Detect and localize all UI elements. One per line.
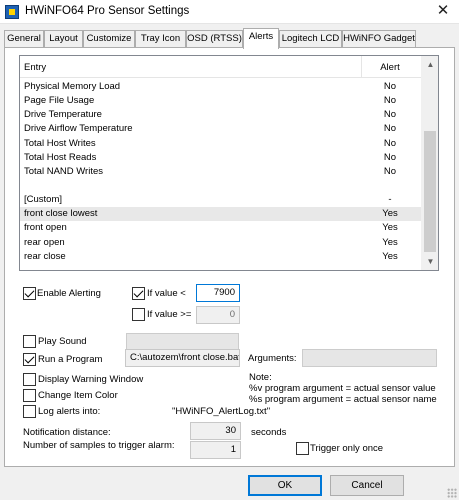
title-bar: HWiNFO64 Pro Sensor Settings ✕ bbox=[0, 0, 459, 24]
change-item-color-checkbox[interactable] bbox=[23, 389, 36, 402]
list-item[interactable]: front open Yes bbox=[20, 221, 422, 235]
entry-name: Total Host Writes bbox=[24, 137, 96, 149]
column-divider bbox=[361, 56, 362, 78]
note-line-value: %v program argument = actual sensor valu… bbox=[249, 383, 436, 394]
tab-alerts[interactable]: Alerts bbox=[243, 28, 279, 49]
note-line-name: %s program argument = actual sensor name bbox=[249, 394, 437, 405]
list-header: Entry Alert bbox=[20, 56, 422, 78]
alert-state: No bbox=[383, 137, 397, 149]
resize-grip-icon[interactable] bbox=[447, 488, 457, 498]
if-value-less-input[interactable]: 7900 bbox=[196, 284, 240, 302]
entry-name: [Custom] bbox=[24, 194, 63, 206]
if-value-less-checkbox[interactable] bbox=[132, 287, 145, 300]
run-program-label: Run a Program bbox=[38, 354, 103, 365]
entry-name: rear open bbox=[24, 236, 65, 248]
notification-distance-unit: seconds bbox=[251, 427, 287, 438]
close-window-button[interactable]: ✕ bbox=[427, 0, 459, 24]
if-value-greater-equal-label: If value >= bbox=[147, 309, 192, 320]
enable-alerting-checkbox[interactable] bbox=[23, 287, 36, 300]
tab-layout[interactable]: Layout bbox=[44, 30, 83, 48]
list-rows: Physical Memory Load No Page File Usage No… bbox=[20, 80, 422, 264]
list-item[interactable]: Total Host Reads No bbox=[20, 151, 422, 165]
list-item[interactable]: rear open Yes bbox=[20, 236, 422, 250]
trigger-only-once-checkbox[interactable] bbox=[296, 442, 309, 455]
samples-to-trigger-input[interactable]: 1 bbox=[190, 441, 241, 459]
alert-state: Yes bbox=[382, 236, 398, 248]
arguments-input[interactable] bbox=[302, 349, 437, 367]
list-item[interactable]: Drive Temperature No bbox=[20, 108, 422, 122]
scroll-down-arrow-icon[interactable]: ▼ bbox=[422, 253, 438, 270]
program-path-input[interactable]: C:\autozem\front close.bat bbox=[125, 349, 240, 367]
column-header-alert[interactable]: Alert bbox=[363, 62, 417, 73]
entry-name: Drive Airflow Temperature bbox=[24, 123, 133, 135]
tab-logitech-lcd[interactable]: Logitech LCD bbox=[279, 30, 342, 48]
sensor-alert-list[interactable]: Entry Alert Physical Memory Load No Page … bbox=[19, 55, 439, 271]
alert-state: No bbox=[383, 151, 397, 163]
arguments-label: Arguments: bbox=[248, 353, 297, 364]
list-group-custom[interactable]: [Custom] - bbox=[20, 193, 422, 207]
entry-name: Drive Temperature bbox=[24, 109, 102, 121]
scroll-up-arrow-icon[interactable]: ▲ bbox=[422, 56, 438, 73]
alert-state: - bbox=[388, 194, 392, 206]
tab-general[interactable]: General bbox=[4, 30, 44, 48]
list-item[interactable]: rear close Yes bbox=[20, 250, 422, 264]
entry-name: front close lowest bbox=[24, 208, 98, 220]
hwinfo-app-icon bbox=[5, 5, 19, 19]
column-header-entry[interactable]: Entry bbox=[24, 62, 46, 73]
log-alerts-label: Log alerts into: bbox=[38, 406, 101, 417]
alert-state: No bbox=[383, 165, 397, 177]
tab-osd-rtss[interactable]: OSD (RTSS) bbox=[186, 30, 243, 48]
alert-state: Yes bbox=[382, 222, 398, 234]
alert-state: Yes bbox=[382, 250, 398, 262]
notification-distance-label: Notification distance: bbox=[23, 427, 111, 438]
entry-name: rear close bbox=[24, 250, 66, 262]
list-scrollbar[interactable]: ▲ ▼ bbox=[421, 56, 438, 270]
alert-state: No bbox=[383, 123, 397, 135]
tab-hwinfo-gadget[interactable]: HWiNFO Gadget bbox=[342, 30, 416, 48]
list-item[interactable]: Total NAND Writes No bbox=[20, 165, 422, 179]
scrollbar-thumb[interactable] bbox=[424, 131, 436, 252]
window-title: HWiNFO64 Pro Sensor Settings bbox=[25, 5, 190, 17]
entry-name: Physical Memory Load bbox=[24, 81, 121, 92]
ok-button[interactable]: OK bbox=[248, 475, 322, 496]
if-value-less-label: If value < bbox=[147, 288, 186, 299]
list-item[interactable]: Total Host Writes No bbox=[20, 137, 422, 151]
play-sound-label: Play Sound bbox=[38, 336, 87, 347]
alert-state: No bbox=[383, 109, 397, 121]
list-item[interactable]: Page File Usage No bbox=[20, 94, 422, 108]
notification-distance-input[interactable]: 30 bbox=[190, 422, 241, 440]
log-alerts-checkbox[interactable] bbox=[23, 405, 36, 418]
change-item-color-label: Change Item Color bbox=[38, 390, 118, 401]
list-item-blank[interactable] bbox=[20, 179, 422, 193]
run-program-checkbox[interactable] bbox=[23, 353, 36, 366]
list-item-selected[interactable]: front close lowest Yes bbox=[20, 207, 422, 222]
list-item[interactable]: Physical Memory Load No bbox=[20, 80, 422, 94]
trigger-only-once-label: Trigger only once bbox=[310, 443, 384, 454]
note-title: Note: bbox=[249, 372, 272, 383]
if-value-greater-equal-input[interactable]: 0 bbox=[196, 306, 240, 324]
samples-to-trigger-label: Number of samples to trigger alarm: bbox=[23, 440, 175, 451]
play-sound-checkbox[interactable] bbox=[23, 335, 36, 348]
cancel-button[interactable]: Cancel bbox=[330, 475, 404, 496]
list-item[interactable]: Drive Airflow Temperature No bbox=[20, 122, 422, 136]
alert-state: No bbox=[383, 95, 397, 107]
alert-state: Yes bbox=[382, 208, 398, 220]
enable-alerting-label: Enable Alerting bbox=[37, 288, 101, 299]
display-warning-label: Display Warning Window bbox=[38, 374, 144, 385]
tab-customize[interactable]: Customize bbox=[83, 30, 135, 48]
if-value-greater-equal-checkbox[interactable] bbox=[132, 308, 145, 321]
alert-state: No bbox=[383, 81, 397, 92]
entry-name: Total Host Reads bbox=[24, 151, 97, 163]
entry-name: Page File Usage bbox=[24, 95, 95, 107]
display-warning-checkbox[interactable] bbox=[23, 373, 36, 386]
entry-name: Total NAND Writes bbox=[24, 165, 104, 177]
entry-name: front open bbox=[24, 222, 67, 234]
log-file-name[interactable]: "HWiNFO_AlertLog.txt" bbox=[172, 406, 270, 417]
tab-tray-icon[interactable]: Tray Icon bbox=[135, 30, 186, 48]
